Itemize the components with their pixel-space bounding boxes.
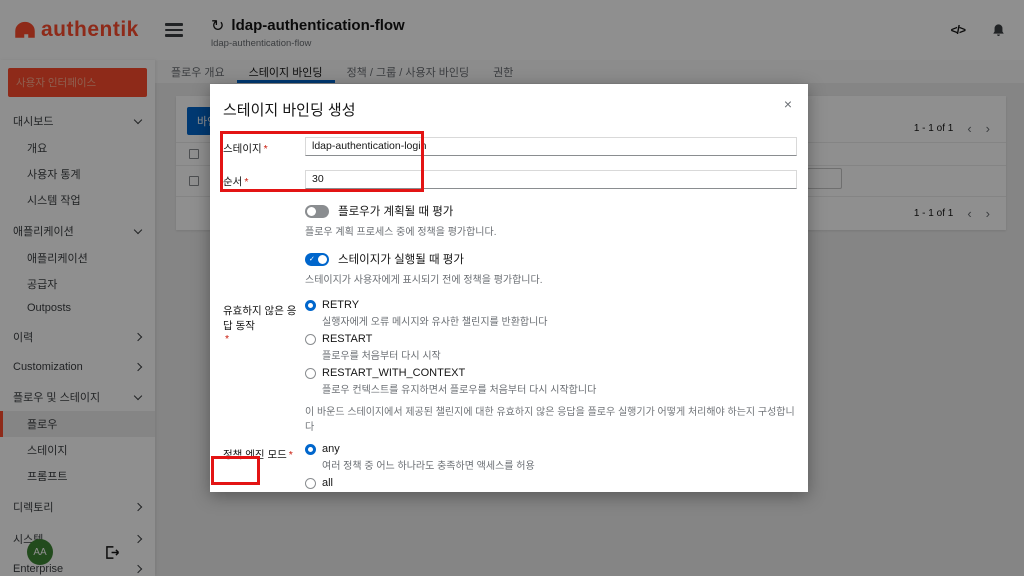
evaluate-on-run-desc: 스테이지가 사용자에게 표시되기 전에 정책을 평가합니다. [305, 271, 797, 286]
radio-retry-desc: 실행자에게 오류 메시지와 유사한 챌린지를 반환합니다 [322, 313, 797, 328]
radio-restart-with-context-desc: 플로우 컨텍스트를 유지하면서 플로우를 처음부터 다시 시작합니다 [322, 381, 797, 396]
radio-unselected-icon [305, 368, 316, 379]
policy-engine-mode-label: 정책 엔진 모드* [223, 443, 305, 492]
check-icon: ✓ [309, 253, 315, 266]
order-field-label: 순서* [223, 170, 305, 189]
radio-any[interactable]: any [305, 443, 797, 455]
radio-unselected-icon [305, 478, 316, 489]
radio-any-desc: 여러 정책 중 어느 하나라도 충족하면 액세스를 허용 [322, 457, 797, 472]
evaluate-on-plan-desc: 플로우 계획 프로세스 중에 정책을 평가합니다. [305, 223, 797, 238]
stage-select[interactable]: ldap-authentication-login [305, 137, 797, 156]
evaluate-on-plan-toggle[interactable] [305, 205, 329, 218]
radio-restart-with-context[interactable]: RESTART_WITH_CONTEXT [305, 367, 797, 379]
radio-retry[interactable]: RETRY [305, 299, 797, 311]
create-stage-binding-modal: 스테이지 바인딩 생성 × 스테이지* ldap-authentication-… [210, 84, 808, 492]
evaluate-on-run-label: 스테이지가 실행될 때 평가 [338, 251, 464, 267]
evaluate-on-plan-label: 플로우가 계획될 때 평가 [338, 203, 453, 219]
invalid-response-label: 유효하지 않은 응답 동작* [223, 299, 305, 433]
radio-restart-desc: 플로우를 처음부터 다시 시작 [322, 347, 797, 362]
invalid-response-help: 이 바운드 스테이지에서 제공된 챌린지에 대한 유효하지 않은 응답을 플로우… [305, 403, 797, 433]
modal-title: 스테이지 바인딩 생성 [223, 99, 792, 120]
evaluate-on-run-toggle[interactable]: ✓ [305, 253, 329, 266]
radio-selected-icon [305, 444, 316, 455]
close-icon[interactable]: × [784, 97, 792, 111]
radio-all-desc: 여러 정책 중 모든 정책이 충족하면 액세스를 허용 [322, 491, 797, 492]
radio-unselected-icon [305, 334, 316, 345]
order-input[interactable]: 30 [305, 170, 797, 189]
radio-restart[interactable]: RESTART [305, 333, 797, 345]
radio-selected-icon [305, 300, 316, 311]
radio-all[interactable]: all [305, 477, 797, 489]
stage-field-label: 스테이지* [223, 137, 305, 156]
